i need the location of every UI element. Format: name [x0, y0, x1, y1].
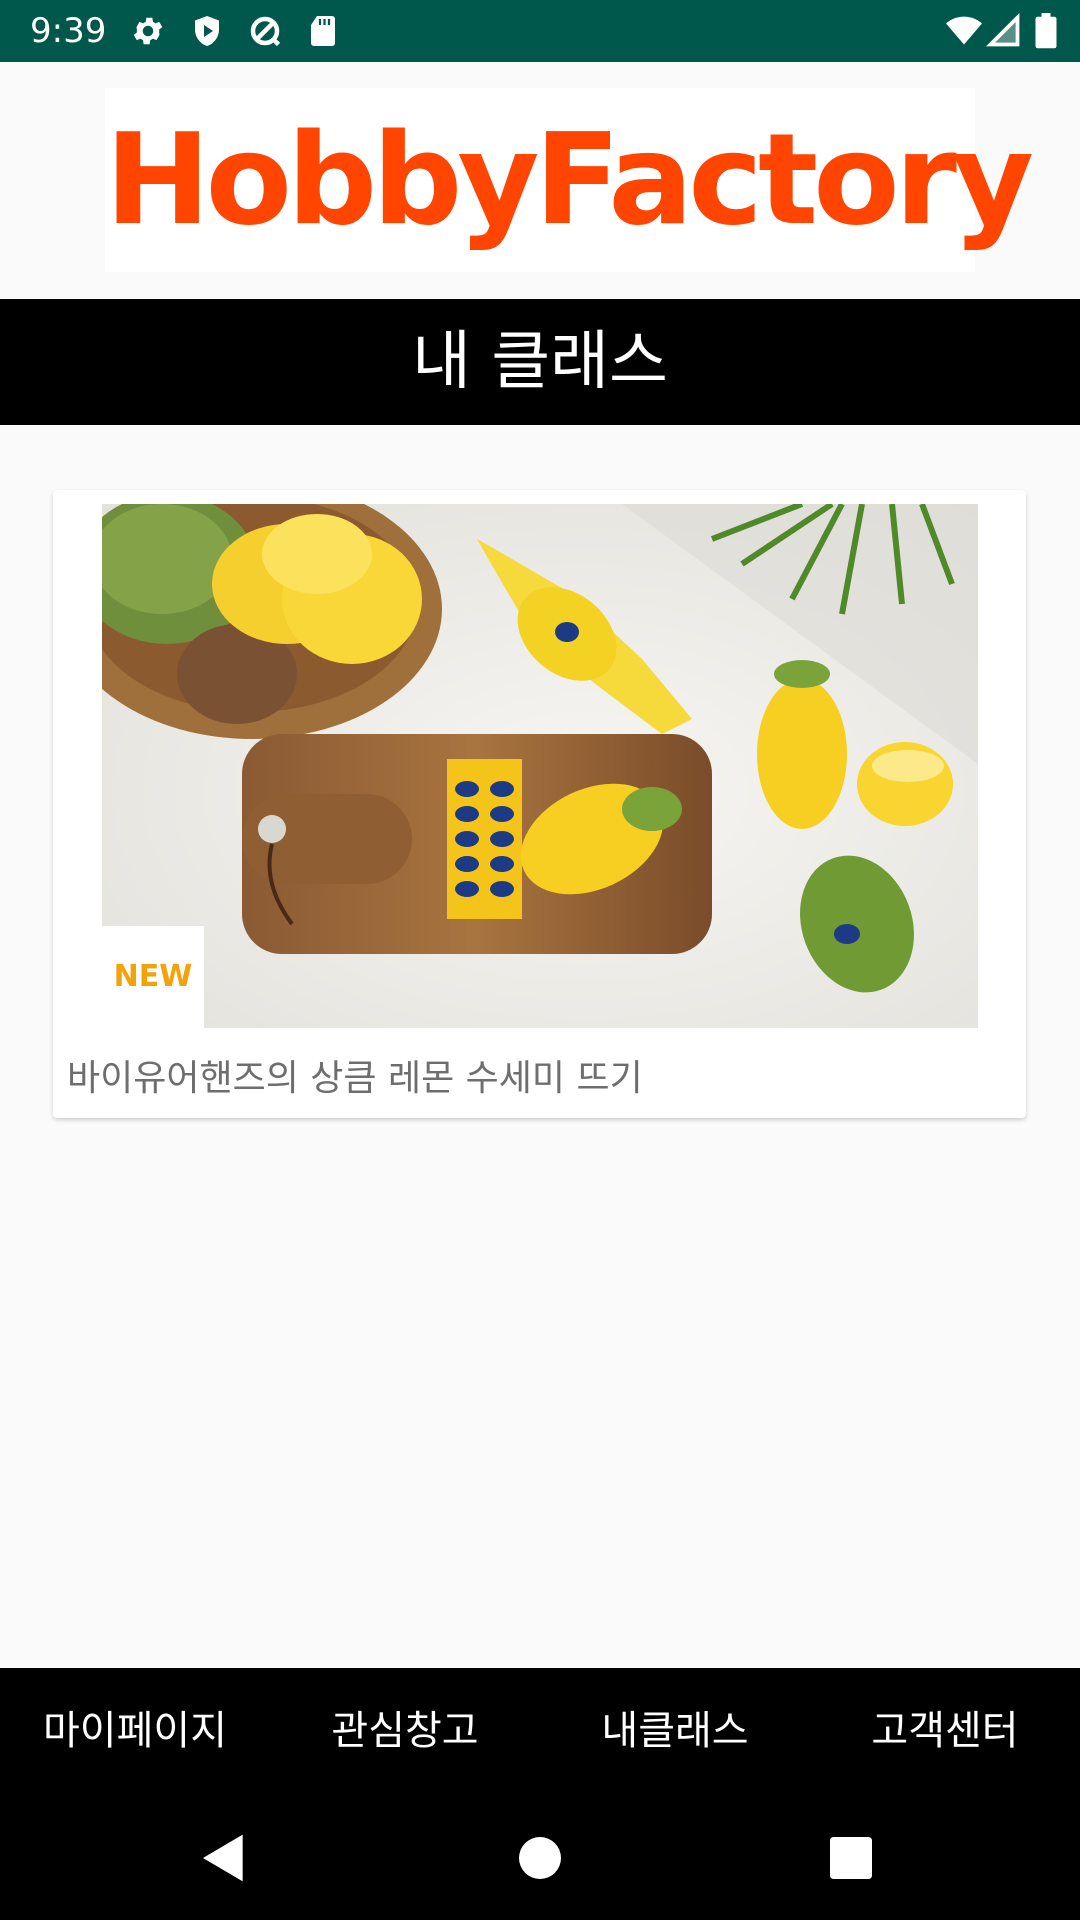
app-logo: HobbyFactory — [105, 88, 1034, 272]
nav-wishlist[interactable]: 관심창고 — [270, 1668, 540, 1794]
system-nav-bar — [0, 1794, 1080, 1920]
settings-icon — [130, 13, 166, 49]
class-card[interactable]: NEW 바이유어핸즈의 상큼 레몬 수세미 뜨기 — [53, 490, 1026, 1118]
new-badge: NEW — [102, 926, 204, 1028]
status-time: 9:39 — [30, 11, 107, 51]
page-title: 내 클래스 — [0, 299, 1080, 425]
nav-my-class[interactable]: 내클래스 — [540, 1668, 810, 1794]
nav-customer-center[interactable]: 고객센터 — [810, 1668, 1080, 1794]
bottom-nav: 마이페이지 관심창고 내클래스 고객센터 — [0, 1668, 1080, 1794]
data-saver-icon — [247, 13, 283, 49]
screen: 9:39 HobbyFactory 내 클래스 NEW 바이유어핸즈의 상큼 레… — [0, 0, 1080, 1920]
status-bar: 9:39 — [0, 0, 1080, 62]
nav-mypage[interactable]: 마이페이지 — [0, 1668, 270, 1794]
home-icon[interactable] — [512, 1830, 568, 1886]
wifi-icon — [944, 13, 984, 49]
back-icon[interactable] — [196, 1830, 252, 1886]
sd-card-icon — [305, 13, 341, 49]
signal-icon — [986, 13, 1022, 49]
battery-icon — [1034, 13, 1058, 49]
logo-text: HobbyFactory — [105, 106, 1034, 253]
class-title: 바이유어핸즈의 상큼 레몬 수세미 뜨기 — [67, 1058, 643, 1099]
recents-icon[interactable] — [823, 1830, 879, 1886]
shield-play-icon — [189, 13, 225, 49]
class-thumbnail[interactable]: NEW — [102, 504, 978, 1028]
